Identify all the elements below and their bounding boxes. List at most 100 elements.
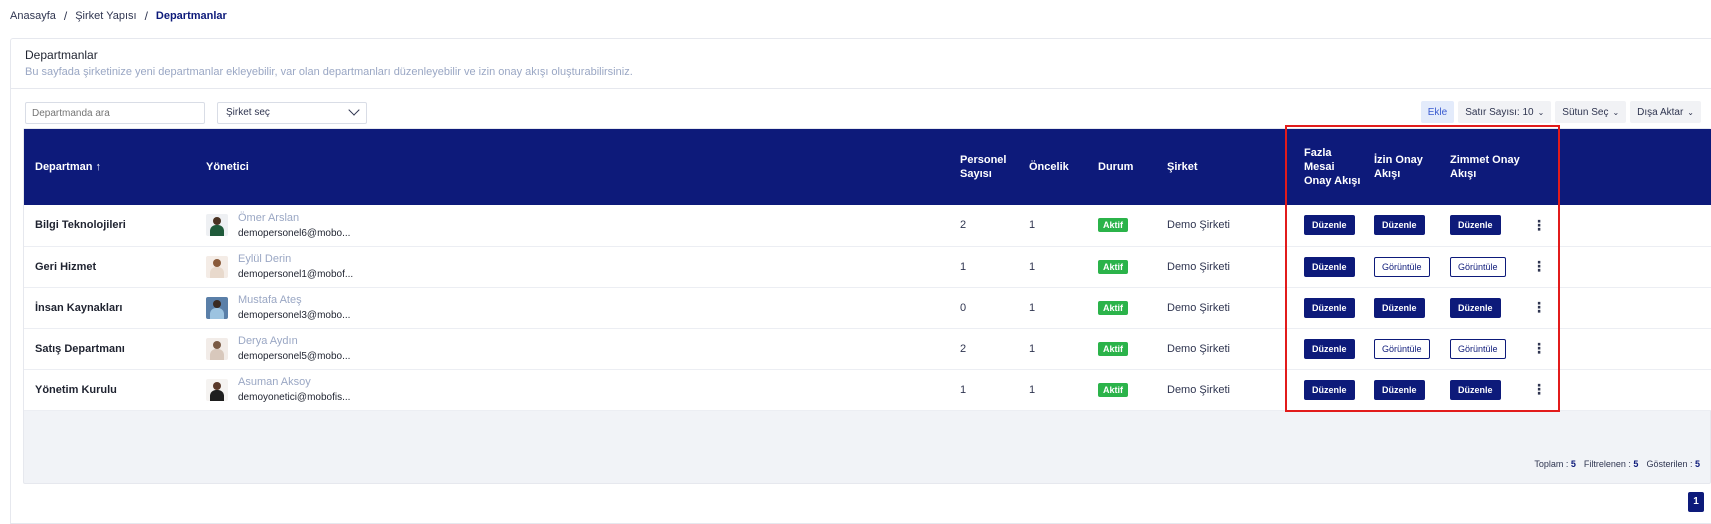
leave-view-button[interactable]: Görüntüle [1374,338,1430,359]
avatar [206,337,228,360]
asset-edit-button[interactable]: Düzenle [1450,297,1501,318]
table-row[interactable]: İnsan Kaynakları Mustafa Ateş demopersone… [24,287,1711,328]
status-badge: Aktif [1098,218,1128,233]
more-options-icon[interactable]: ⋮ [1532,340,1546,356]
table-row[interactable]: Yönetim Kurulu Asuman Aksoy demoyonetici@… [24,369,1711,410]
filtered-label: Filtrelenen : [1583,459,1631,469]
manager-name: Derya Aydın [238,335,298,347]
column-header-overtime-flow[interactable]: Fazla Mesai Onay Akışı [1293,129,1363,205]
asset-edit-button[interactable]: Düzenle [1450,379,1501,400]
column-select-label: Sütun Seç [1562,106,1609,118]
cell-company: Demo Şirketi [1167,219,1230,232]
add-button[interactable]: Ekle [1420,101,1455,123]
column-header-asset-flow[interactable]: Zimmet Onay Akışı [1439,129,1521,205]
cell-leave-flow: Düzenle [1363,369,1439,410]
column-header-status[interactable]: Durum [1087,129,1156,205]
table-row[interactable]: Bilgi Teknolojileri Ömer Arslan demoperso… [24,205,1711,246]
shown-value: 5 [1694,459,1700,469]
leave-edit-button[interactable]: Düzenle [1374,379,1425,400]
overtime-edit-button[interactable]: Düzenle [1304,297,1355,318]
departments-table-container: Departman ↑ Yönetici Personel Sayısı Önc… [23,128,1711,484]
column-header-priority[interactable]: Öncelik [1018,129,1087,205]
cell-department: Yönetim Kurulu [35,383,117,396]
column-select-dropdown[interactable]: Sütun Seç ⌄ [1555,101,1627,123]
cell-department: Satış Departmanı [35,342,125,355]
overtime-edit-button[interactable]: Düzenle [1304,379,1355,400]
cell-leave-flow: Düzenle [1363,205,1439,246]
cell-overtime-flow: Düzenle [1293,287,1363,328]
cell-actions: ⋮ [1521,246,1711,287]
cell-manager: Mustafa Ateş demopersonel3@mobo... [195,287,949,328]
column-header-staff-count[interactable]: Personel Sayısı [949,129,1018,205]
pagination-page-button[interactable]: 1 [1688,492,1704,512]
cell-actions: ⋮ [1521,369,1711,410]
overtime-edit-button[interactable]: Düzenle [1304,215,1355,236]
avatar [206,296,228,319]
cell-staff-count: 1 [960,383,967,396]
cell-leave-flow: Görüntüle [1363,246,1439,287]
overtime-edit-button[interactable]: Düzenle [1304,338,1355,359]
breadcrumb-home[interactable]: Anasayfa [10,10,56,22]
breadcrumb-company-structure[interactable]: Şirket Yapısı [75,10,136,22]
cell-priority: 1 [1029,342,1036,355]
status-badge: Aktif [1098,259,1128,274]
asset-edit-button[interactable]: Düzenle [1450,215,1501,236]
manager-email: demoyonetici@mobofis... [238,392,351,403]
export-label: Dışa Aktar [1637,106,1684,118]
company-select[interactable]: Şirket seç [217,102,367,124]
departments-card: Departmanlar Bu sayfada şirketinize yeni… [10,38,1711,524]
more-options-icon[interactable]: ⋮ [1532,299,1546,315]
column-header-leave-flow[interactable]: İzin Onay Akışı [1363,129,1439,205]
cell-department: İnsan Kaynakları [35,301,123,314]
overtime-edit-button[interactable]: Düzenle [1304,256,1355,277]
status-badge: Aktif [1098,341,1128,356]
cell-overtime-flow: Düzenle [1293,328,1363,369]
cell-leave-flow: Düzenle [1363,287,1439,328]
manager-email: demopersonel1@mobof... [238,269,354,280]
asset-view-button[interactable]: Görüntüle [1450,338,1506,359]
table-row[interactable]: Geri Hizmet Eylül Derin demopersonel1@mob… [24,246,1711,287]
page-subtitle: Bu sayfada şirketinize yeni departmanlar… [25,66,633,78]
cell-department: Bilgi Teknolojileri [35,219,126,232]
cell-status: Aktif [1087,287,1156,328]
avatar [206,378,228,401]
cell-department: Geri Hizmet [35,260,97,273]
shown-count: Gösterilen : 5 [1646,459,1700,469]
cell-manager: Asuman Aksoy demoyonetici@mobofis... [195,369,949,410]
more-options-icon[interactable]: ⋮ [1532,258,1546,274]
leave-edit-button[interactable]: Düzenle [1374,215,1425,236]
table-header-row: Departman ↑ Yönetici Personel Sayısı Önc… [24,129,1711,205]
cell-company: Demo Şirketi [1167,301,1230,314]
cell-staff-count: 0 [960,301,967,314]
cell-actions: ⋮ [1521,205,1711,246]
cell-asset-flow: Düzenle [1439,369,1521,410]
leave-view-button[interactable]: Görüntüle [1374,256,1430,277]
total-value: 5 [1570,459,1576,469]
manager-name: Mustafa Ateş [238,294,302,306]
table-toolbar: Ekle Satır Sayısı: 10 ⌄ Sütun Seç ⌄ Dışa A… [1420,101,1701,123]
export-dropdown[interactable]: Dışa Aktar ⌄ [1630,101,1701,123]
more-options-icon[interactable]: ⋮ [1532,381,1546,397]
cell-staff-count: 2 [960,219,967,232]
cell-manager: Eylül Derin demopersonel1@mobof... [195,246,949,287]
shown-label: Gösterilen : [1646,459,1693,469]
more-options-icon[interactable]: ⋮ [1532,217,1546,233]
department-search-input[interactable] [25,102,205,124]
cell-priority: 1 [1029,301,1036,314]
column-header-company[interactable]: Şirket [1156,129,1293,205]
cell-status: Aktif [1087,246,1156,287]
manager-email: demopersonel6@mobo... [238,227,351,239]
cell-leave-flow: Görüntüle [1363,328,1439,369]
cell-overtime-flow: Düzenle [1293,205,1363,246]
column-header-department[interactable]: Departman ↑ [24,129,195,205]
manager-email: demopersonel5@mobo... [238,351,351,362]
cell-priority: 1 [1029,260,1036,273]
leave-edit-button[interactable]: Düzenle [1374,297,1425,318]
row-count-dropdown[interactable]: Satır Sayısı: 10 ⌄ [1458,101,1552,123]
table-row[interactable]: Satış Departmanı Derya Aydın demopersonel… [24,328,1711,369]
cell-priority: 1 [1029,383,1036,396]
column-header-manager[interactable]: Yönetici [195,129,949,205]
manager-name: Eylül Derin [238,253,292,265]
breadcrumb-separator: / [63,9,68,23]
asset-view-button[interactable]: Görüntüle [1450,256,1506,277]
